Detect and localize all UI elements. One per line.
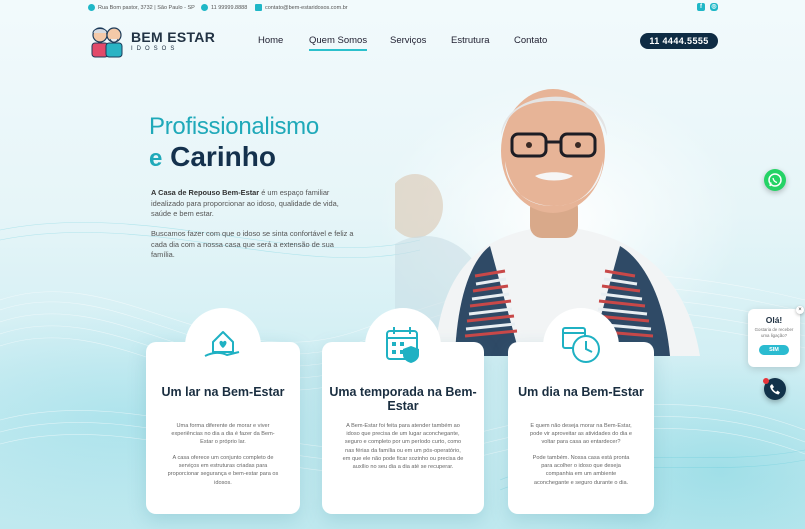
facebook-icon[interactable]: f bbox=[697, 3, 705, 11]
nav-quem-somos[interactable]: Quem Somos bbox=[309, 35, 368, 51]
email-icon bbox=[255, 4, 262, 11]
nav-servicos[interactable]: Serviços bbox=[390, 35, 426, 46]
nav-estrutura[interactable]: Estrutura bbox=[451, 35, 490, 46]
hero-title-e: e bbox=[149, 145, 163, 172]
callback-yes-button[interactable]: SIM bbox=[759, 345, 789, 355]
hero-paragraph-2: Buscamos fazer com que o idoso se sinta … bbox=[151, 229, 354, 259]
location-pin-icon bbox=[88, 4, 95, 11]
email-info[interactable]: contato@bem-estaridosos.com.br bbox=[255, 4, 348, 11]
callback-question: Gostaria de receber uma ligação? bbox=[754, 327, 794, 338]
elderly-couple-logo-icon bbox=[91, 27, 123, 58]
card-dia-text-2: Pode também. Nossa casa está pronta para… bbox=[532, 455, 630, 486]
calendar-shield-icon bbox=[386, 327, 419, 363]
whatsapp-float-button[interactable] bbox=[764, 169, 786, 191]
hero-title-bold: Carinho bbox=[170, 141, 276, 172]
card-dia[interactable]: Um dia na Bem-Estar E quem não deseja mo… bbox=[508, 308, 654, 514]
card-lar[interactable]: Um lar na Bem-Estar Uma forma diferente … bbox=[146, 308, 300, 514]
brand-logo[interactable]: BEM ESTAR IDOSOS bbox=[88, 24, 215, 58]
whatsapp-info[interactable]: 11 99999.8888 bbox=[201, 4, 247, 11]
card-temporada-title: Uma temporada na Bem-Estar bbox=[329, 385, 477, 413]
brand-name: BEM ESTAR bbox=[131, 29, 216, 45]
whatsapp-number: 11 99999.8888 bbox=[211, 4, 248, 11]
top-bar: Rua Bom pastor, 3732 | São Paulo - SP 11… bbox=[0, 0, 805, 16]
callback-widget: Olá! Gostaria de receber uma ligação? SI… bbox=[748, 309, 800, 367]
card-dia-title: Um dia na Bem-Estar bbox=[518, 385, 644, 399]
address-text: Rua Bom pastor, 3732 | São Paulo - SP bbox=[98, 4, 195, 11]
nav-home[interactable]: Home bbox=[258, 35, 283, 46]
hero-title-line2: e Carinho bbox=[149, 141, 276, 173]
card-lar-text-1: Uma forma diferente de morar e viver exp… bbox=[171, 423, 275, 446]
email-text: contato@bem-estaridosos.com.br bbox=[265, 4, 348, 11]
brand-subtitle: IDOSOS bbox=[131, 46, 179, 52]
whatsapp-icon bbox=[201, 4, 208, 11]
hero-paragraph-1-bold: A Casa de Repouso Bem-Estar bbox=[151, 188, 260, 197]
whatsapp-icon bbox=[768, 173, 782, 187]
notification-dot bbox=[763, 378, 769, 384]
instagram-icon[interactable]: ◎ bbox=[710, 3, 718, 11]
house-heart-hand-icon bbox=[204, 331, 240, 357]
callback-greeting: Olá! bbox=[765, 315, 783, 325]
hero-title-line1: Profissionalismo bbox=[149, 113, 319, 140]
card-lar-text-2: A casa oferece um conjunto completo de s… bbox=[167, 455, 279, 486]
card-dia-text-1: E quem não deseja morar na Bem-Estar, po… bbox=[530, 423, 632, 446]
card-temporada[interactable]: Uma temporada na Bem-Estar A Bem-Estar f… bbox=[322, 308, 484, 514]
card-lar-title: Um lar na Bem-Estar bbox=[161, 385, 285, 399]
calendar-clock-icon bbox=[562, 327, 600, 363]
hero-paragraph-1: A Casa de Repouso Bem-Estar é um espaço … bbox=[151, 188, 356, 220]
phone-button[interactable]: 11 4444.5555 bbox=[640, 33, 718, 49]
nav-contato[interactable]: Contato bbox=[514, 35, 547, 46]
card-temporada-text: A Bem-Estar foi feita para atender també… bbox=[342, 423, 464, 471]
hero-photo-elderly-man bbox=[395, 56, 725, 356]
address-info: Rua Bom pastor, 3732 | São Paulo - SP bbox=[88, 4, 195, 11]
close-icon[interactable]: × bbox=[796, 306, 804, 314]
